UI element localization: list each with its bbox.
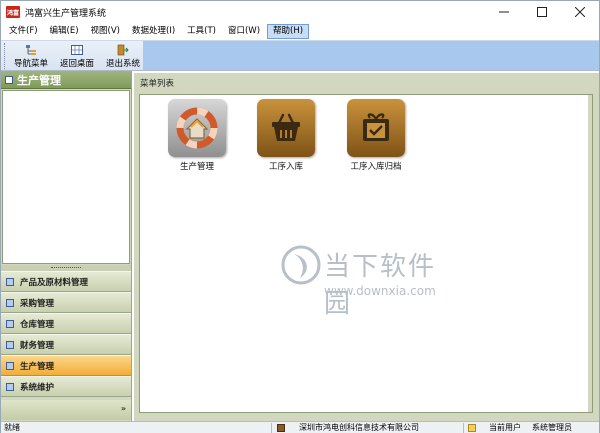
- nav-footer: »: [1, 400, 131, 420]
- nav-item-label: 仓库管理: [20, 319, 55, 330]
- nav-item-finance[interactable]: 财务管理: [1, 334, 131, 355]
- menu-bar: 文件(F) 编辑(E) 视图(V) 数据处理(I) 工具(T) 窗口(W) 帮助…: [1, 23, 599, 40]
- main-panel-title: 菜单列表: [140, 79, 175, 89]
- menu-window[interactable]: 窗口(W): [223, 24, 265, 39]
- app-logo-icon: 鸿富: [6, 6, 20, 18]
- tile-production[interactable]: 生产管理: [152, 99, 242, 172]
- desktop-grid-icon: [71, 45, 83, 55]
- status-user: 系统管理员: [532, 423, 572, 432]
- status-bar: 就绪 深圳市鸿电创科信息技术有限公司 当前用户 系统管理员: [1, 421, 599, 433]
- minimize-button[interactable]: [485, 1, 523, 23]
- left-tree-view[interactable]: [2, 90, 130, 264]
- tile-process-stock-in-archive[interactable]: 工序入库归档: [331, 99, 421, 172]
- nav-item-products-materials[interactable]: 产品及原材料管理: [1, 271, 131, 292]
- left-panel-title: 生产管理: [17, 73, 61, 87]
- back-desktop-button[interactable]: 返回桌面: [54, 41, 100, 70]
- nav-item-warehouse[interactable]: 仓库管理: [1, 313, 131, 334]
- nav-tree-icon: [26, 45, 36, 55]
- close-button[interactable]: [561, 1, 599, 23]
- toolbar-empty-area: [143, 41, 599, 70]
- main-panel-header: 菜单列表: [134, 73, 599, 93]
- basket-icon: [257, 99, 315, 157]
- menu-file[interactable]: 文件(F): [4, 24, 43, 39]
- back-desktop-label: 返回桌面: [59, 59, 94, 69]
- exit-system-button[interactable]: 退出系统: [100, 41, 146, 70]
- watermark-logo-icon: [281, 245, 321, 285]
- toolbar: 导航菜单 返回桌面 退出系统: [1, 40, 599, 71]
- menu-view[interactable]: 视图(V): [86, 24, 125, 39]
- maximize-button[interactable]: [523, 1, 561, 23]
- nav-item-label: 系统维护: [20, 382, 55, 393]
- status-company: 深圳市鸿电创科信息技术有限公司: [299, 423, 419, 432]
- nav-item-label: 生产管理: [20, 361, 55, 372]
- tile-label: 工序入库: [268, 162, 303, 172]
- menu-edit[interactable]: 编辑(E): [45, 24, 84, 39]
- nav-square-icon: [6, 340, 14, 349]
- exit-door-icon: [117, 44, 129, 56]
- tile-process-stock-in[interactable]: 工序入库: [241, 99, 331, 172]
- panel-square-icon: [5, 75, 13, 84]
- status-user-label: 当前用户: [489, 423, 521, 432]
- tile-label: 工序入库归档: [350, 162, 402, 172]
- nav-square-icon: [6, 361, 14, 370]
- close-icon: [575, 7, 585, 17]
- main-scroll-edge: [588, 95, 592, 412]
- tile-label: 生产管理: [179, 162, 214, 172]
- menu-help[interactable]: 帮助(H): [267, 24, 310, 39]
- window-title: 鸿富兴生产管理系统: [25, 8, 107, 19]
- nav-item-purchasing[interactable]: 采购管理: [1, 292, 131, 313]
- app-window: 鸿富 鸿富兴生产管理系统 文件(F) 编辑(E) 视图(V) 数据处理(I) 工…: [0, 0, 600, 433]
- company-icon: [277, 424, 285, 432]
- nav-item-system-maintenance[interactable]: 系统维护: [1, 376, 131, 397]
- nav-item-label: 产品及原材料管理: [20, 277, 89, 288]
- menu-tools[interactable]: 工具(T): [182, 24, 221, 39]
- maximize-icon: [537, 7, 547, 17]
- main-panel: 菜单列表 生产管理 工序入库 工序入库归档 当下软件园 www.downxia.…: [134, 73, 599, 421]
- nav-list: 产品及原材料管理 采购管理 仓库管理 财务管理 生产管理 系统维护: [1, 271, 131, 397]
- user-icon: [468, 424, 476, 432]
- left-panel-header: 生产管理: [1, 71, 131, 89]
- left-nav-panel: 生产管理 产品及原材料管理 采购管理 仓库管理 财务管理 生产管理 系统维护 »: [1, 71, 132, 421]
- nav-square-icon: [6, 382, 14, 391]
- nav-square-icon: [6, 319, 14, 328]
- nav-menu-label: 导航菜单: [13, 59, 48, 69]
- nav-square-icon: [6, 298, 14, 307]
- minimize-icon: [499, 11, 509, 13]
- watermark-brand: 当下软件园: [324, 252, 437, 319]
- production-house-icon: [168, 99, 226, 157]
- watermark-url: www.downxia.com: [324, 284, 436, 298]
- nav-item-label: 采购管理: [20, 298, 55, 309]
- chevron-right-icon[interactable]: »: [121, 404, 126, 413]
- nav-item-production[interactable]: 生产管理: [1, 355, 131, 376]
- nav-item-label: 财务管理: [20, 340, 55, 351]
- nav-menu-button[interactable]: 导航菜单: [8, 41, 54, 70]
- menu-data-processing[interactable]: 数据处理(I): [127, 24, 180, 39]
- watermark: 当下软件园 www.downxia.com: [280, 230, 460, 319]
- status-text: 就绪: [4, 423, 20, 432]
- gift-box-archive-icon: [347, 99, 405, 157]
- exit-system-label: 退出系统: [105, 59, 140, 69]
- nav-square-icon: [6, 277, 14, 286]
- title-bar[interactable]: 鸿富 鸿富兴生产管理系统: [1, 1, 599, 23]
